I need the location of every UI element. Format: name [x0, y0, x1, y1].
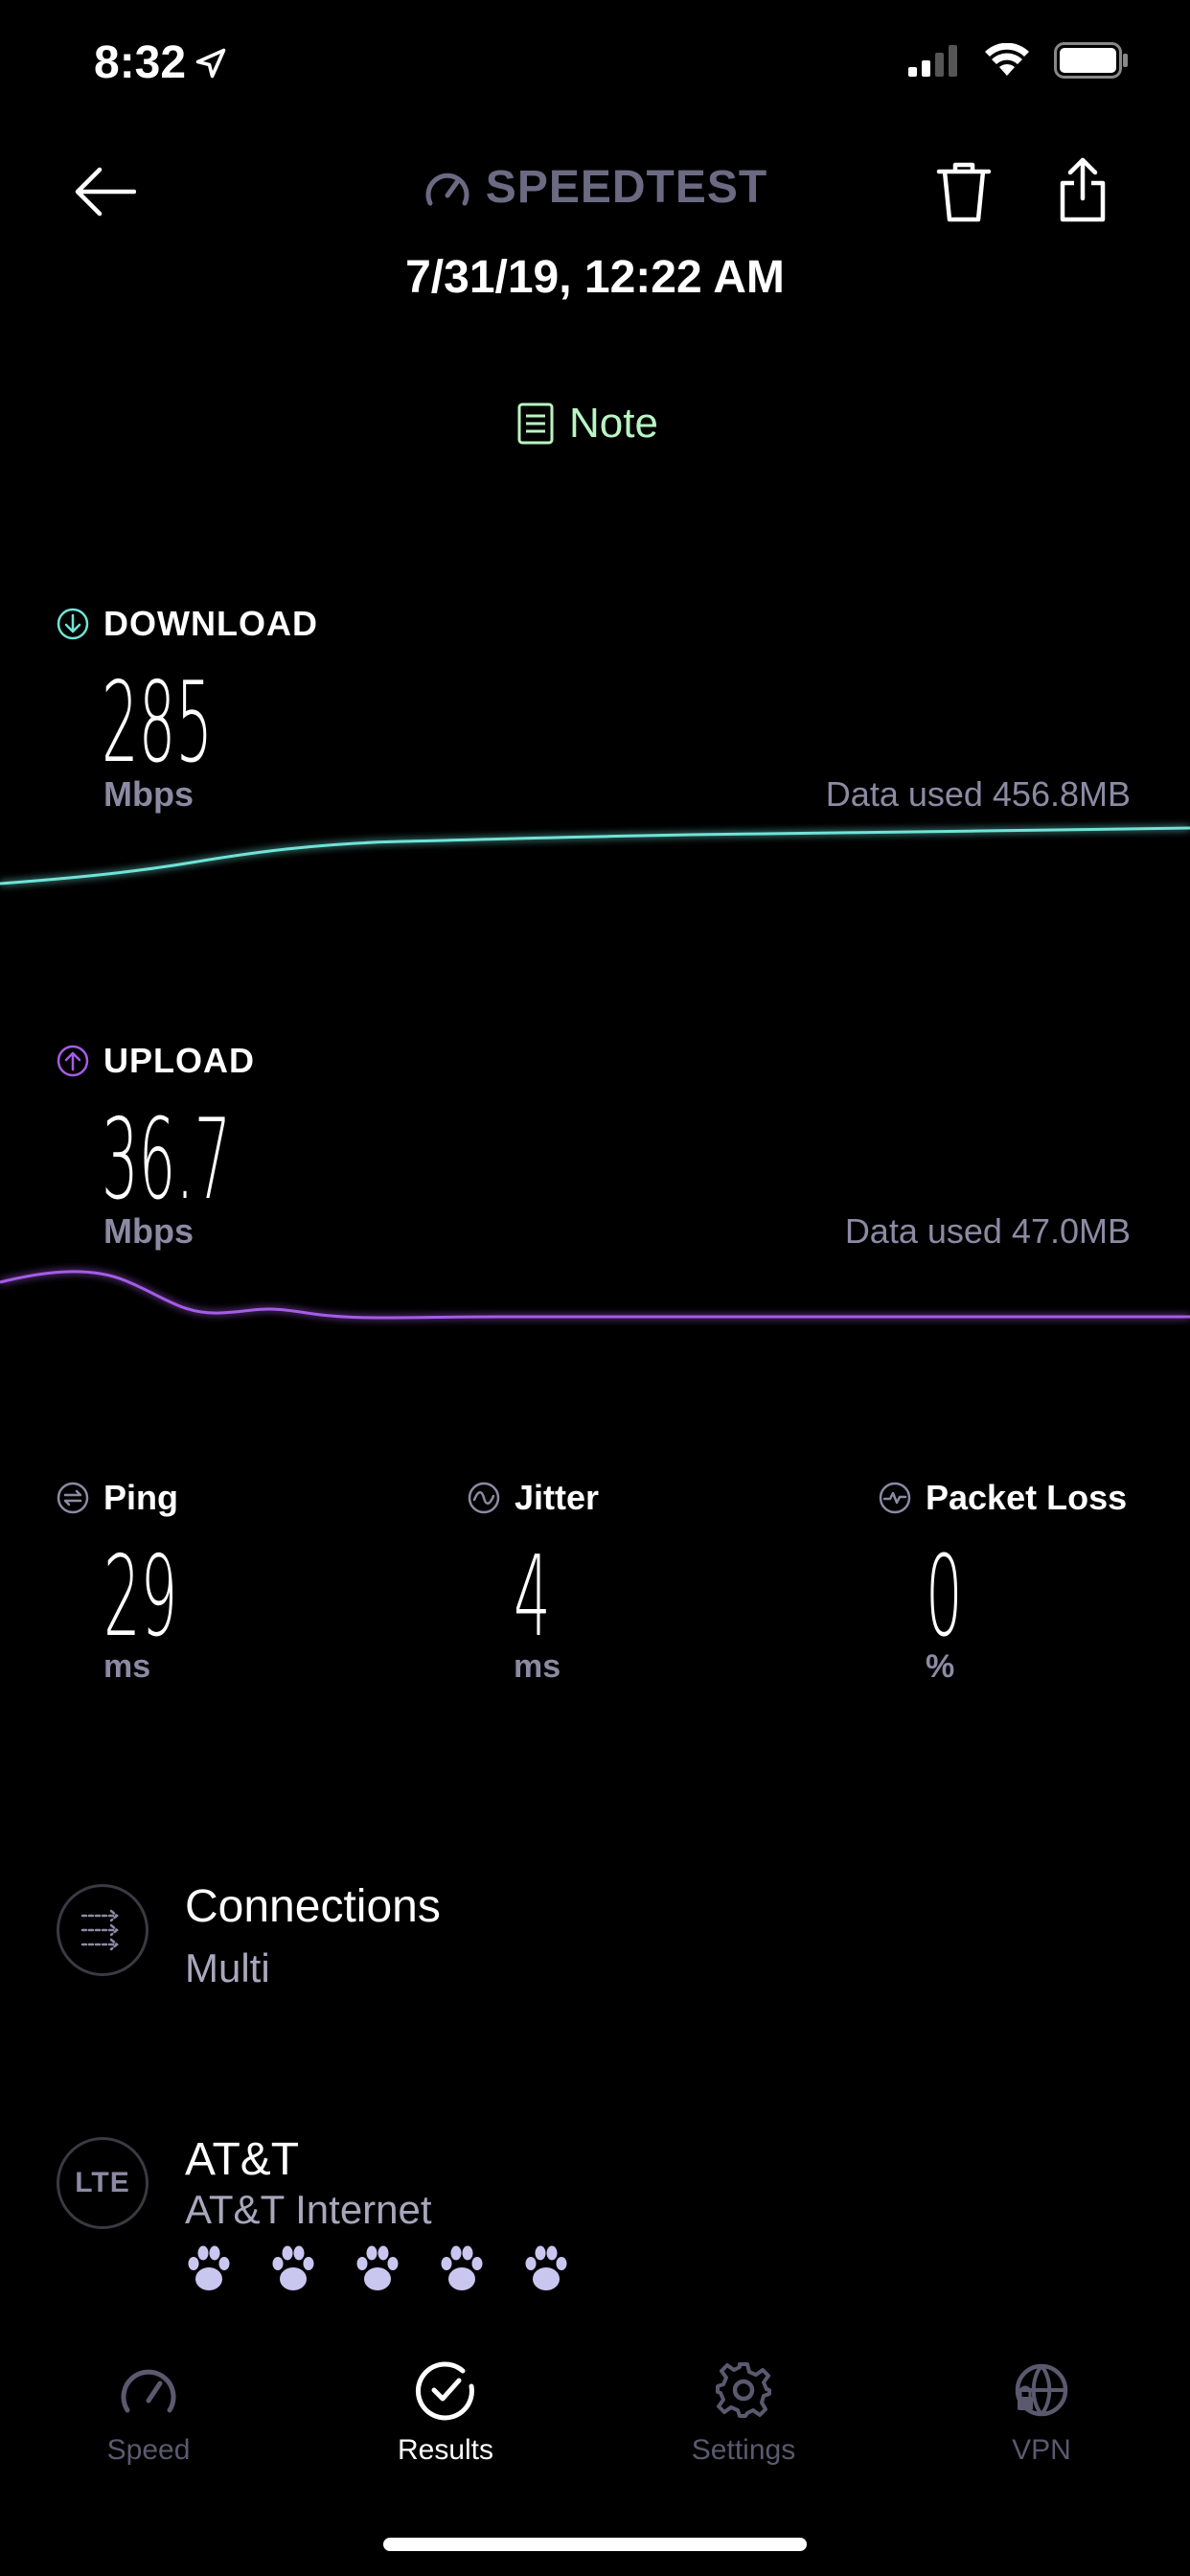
- provider-name: AT&T: [185, 2134, 300, 2185]
- provider-server: AT&T Internet: [185, 2187, 432, 2232]
- packet-loss-icon: [879, 1482, 911, 1514]
- note-label: Note: [569, 400, 658, 447]
- wifi-icon: [985, 43, 1029, 76]
- tab-speed-label: Speed: [106, 2434, 191, 2466]
- download-header: DOWNLOAD: [56, 604, 318, 644]
- download-icon: [57, 608, 89, 640]
- share-icon: [1060, 157, 1106, 222]
- location-arrow-icon: [195, 48, 226, 78]
- speedometer-icon: [121, 2369, 176, 2413]
- speedtest-result-screen: 8:32 SPEEDTEST 7/31/19, 12:22 AM Note DO…: [0, 0, 1190, 2576]
- upload-header: UPLOAD: [56, 1041, 255, 1081]
- packet-loss-header: Packet Loss: [878, 1478, 1127, 1518]
- jitter-value: 4: [514, 1533, 551, 1663]
- tab-results[interactable]: Results: [350, 2338, 541, 2467]
- tab-vpn-label: VPN: [1012, 2434, 1071, 2466]
- paw-icon: [441, 2245, 483, 2290]
- delete-result-button[interactable]: [926, 153, 1002, 230]
- jitter-unit: ms: [514, 1648, 561, 1685]
- battery-icon: [1054, 42, 1128, 79]
- bottom-tab-bar: Speed Results Settings VPN: [0, 2338, 1190, 2472]
- logo-text: SPEEDTEST: [485, 162, 768, 213]
- status-time: 8:32: [94, 37, 187, 88]
- cellular-signal-icon: [908, 45, 957, 77]
- paw-icon: [356, 2245, 399, 2290]
- download-graph-line: [0, 826, 1190, 886]
- status-bar-indicators: [908, 42, 1129, 79]
- connections-value: Multi: [185, 1945, 270, 1990]
- tab-settings[interactable]: Settings: [648, 2338, 839, 2467]
- speedtest-logo: SPEEDTEST: [0, 161, 1190, 214]
- tab-vpn[interactable]: VPN: [946, 2338, 1137, 2467]
- tab-results-label: Results: [397, 2434, 494, 2466]
- jitter-icon: [468, 1482, 500, 1514]
- provider-paw-rating: [185, 2244, 570, 2294]
- result-datetime: 7/31/19, 12:22 AM: [405, 252, 785, 303]
- packet-loss-value: 0: [926, 1533, 963, 1663]
- home-indicator[interactable]: [383, 2538, 807, 2551]
- download-label: DOWNLOAD: [103, 604, 318, 643]
- note-icon: [517, 402, 554, 445]
- upload-value: 36.7: [102, 1096, 232, 1226]
- ping-value: 29: [103, 1533, 178, 1663]
- paw-icon: [188, 2245, 230, 2290]
- lte-badge-label: LTE: [75, 2167, 130, 2198]
- download-value: 285: [102, 659, 213, 789]
- note-button[interactable]: Note: [517, 395, 658, 452]
- settings-gear-icon: [716, 2362, 771, 2418]
- ping-label: Ping: [103, 1478, 178, 1517]
- trash-icon: [936, 162, 992, 222]
- results-check-icon: [415, 2361, 474, 2421]
- speedometer-logo-icon: [425, 172, 469, 205]
- share-result-button[interactable]: [1044, 150, 1121, 230]
- paw-icon: [525, 2245, 567, 2290]
- connections-icon: [80, 1909, 119, 1951]
- network-type-badge: LTE: [57, 2137, 149, 2229]
- download-speed-graph: [0, 826, 1190, 886]
- connections-title: Connections: [185, 1881, 441, 1932]
- tab-speed[interactable]: Speed: [53, 2338, 244, 2467]
- download-data-used: Data used 456.8MB: [825, 774, 1131, 814]
- upload-speed-graph: [0, 1270, 1190, 1320]
- packet-loss-unit: %: [926, 1648, 955, 1685]
- upload-graph-line: [0, 1270, 1190, 1320]
- status-bar-time: 8:32: [94, 36, 228, 89]
- ping-icon: [57, 1482, 89, 1514]
- ping-unit: ms: [103, 1648, 151, 1685]
- packet-loss-label: Packet Loss: [926, 1478, 1128, 1517]
- vpn-globe-icon: [1015, 2363, 1068, 2417]
- connections-icon-circle: [57, 1884, 149, 1976]
- upload-label: UPLOAD: [103, 1041, 255, 1080]
- upload-icon: [57, 1045, 89, 1077]
- jitter-label: Jitter: [515, 1478, 600, 1517]
- download-unit: Mbps: [103, 774, 194, 814]
- jitter-header: Jitter: [467, 1478, 599, 1518]
- ping-header: Ping: [56, 1478, 178, 1518]
- tab-settings-label: Settings: [691, 2434, 796, 2466]
- paw-icon: [272, 2245, 314, 2290]
